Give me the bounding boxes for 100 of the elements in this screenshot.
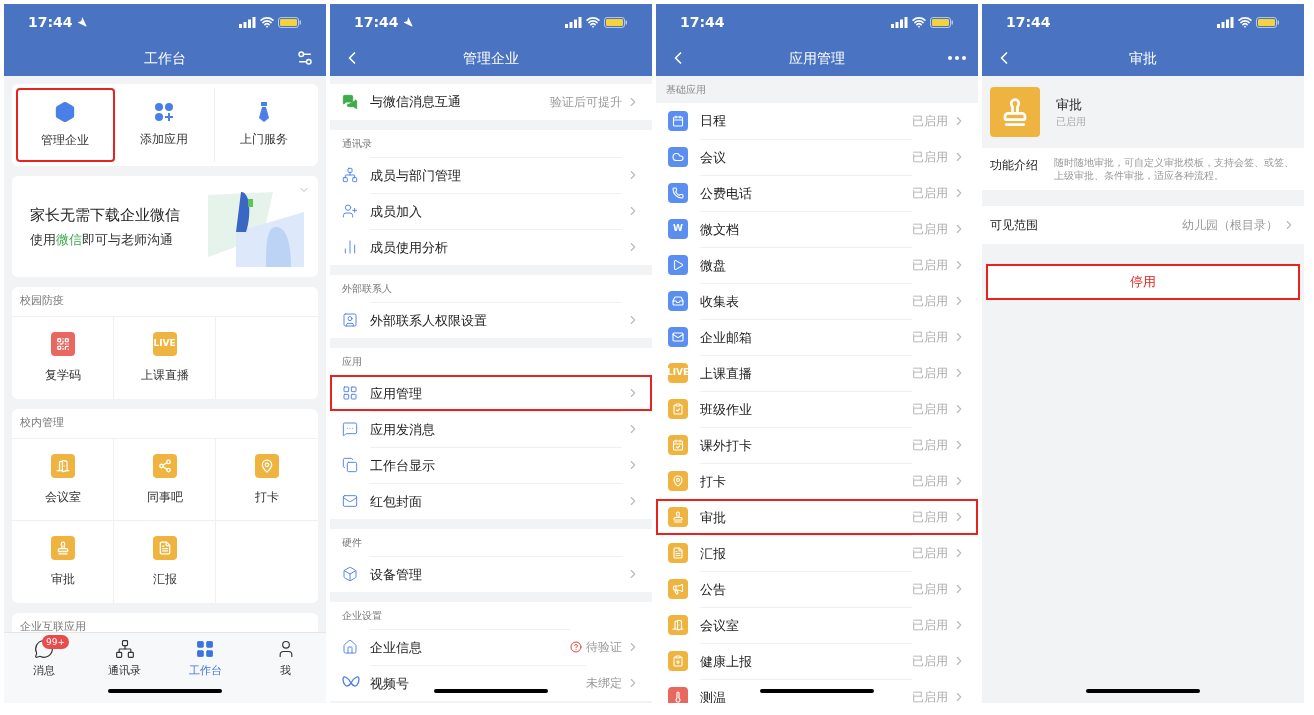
app-row[interactable]: 测温 已启用: [656, 679, 978, 703]
app-row[interactable]: 收集表 已启用: [656, 283, 978, 319]
app-row[interactable]: 企业邮箱 已启用: [656, 319, 978, 355]
intro-label: 功能介绍: [990, 157, 1038, 174]
row-value: 待验证: [586, 639, 622, 656]
banner-card[interactable]: 家长无需下载企业微信 使用微信即可与老师沟通: [12, 176, 318, 277]
app-row[interactable]: 公告 已启用: [656, 571, 978, 607]
app-row[interactable]: W 微文档 已启用: [656, 211, 978, 247]
app-tile[interactable]: 审批: [12, 521, 114, 603]
group-title: 应用: [342, 355, 362, 369]
app-tile[interactable]: 同事吧: [114, 439, 216, 521]
message-dots-icon: [342, 421, 358, 437]
battery-icon: [604, 16, 628, 28]
stamp-icon: [55, 541, 70, 555]
nodes-icon: [157, 458, 172, 473]
group-title: 硬件: [342, 536, 362, 550]
map-pin-icon: [260, 458, 274, 473]
disable-button[interactable]: 停用: [986, 264, 1300, 300]
nav-title: 审批: [1128, 48, 1158, 68]
app-row[interactable]: 微盘 已启用: [656, 247, 978, 283]
banner-text: 即可与老师沟通: [82, 231, 173, 249]
app-tile[interactable]: 汇报: [114, 521, 216, 603]
app-tile[interactable]: 打卡: [216, 439, 318, 521]
copy-icon: [342, 457, 358, 473]
app-status: 已启用: [912, 257, 948, 274]
settings-row[interactable]: 成员与部门管理: [330, 157, 652, 193]
thermometer-icon: [672, 691, 684, 703]
app-status: 已启用: [912, 113, 948, 130]
app-row[interactable]: 健康上报 已启用: [656, 643, 978, 679]
app-row[interactable]: 打卡 已启用: [656, 463, 978, 499]
app-row[interactable]: 课外打卡 已启用: [656, 427, 978, 463]
app-status: 已启用: [912, 401, 948, 418]
app-row[interactable]: 公费电话 已启用: [656, 175, 978, 211]
more-dots-icon: [948, 56, 966, 60]
app-tile[interactable]: LIVE 上课直播: [114, 317, 216, 399]
settings-row[interactable]: 应用发消息: [330, 411, 652, 447]
quick-action[interactable]: 管理企业: [16, 88, 116, 162]
settings-row[interactable]: 工作台显示: [330, 447, 652, 483]
group-title: 外部联系人: [342, 282, 392, 296]
document-icon: [157, 541, 172, 555]
app-status: 已启用: [912, 293, 948, 310]
status-time: 17:44: [680, 12, 725, 32]
visibility-row[interactable]: 可见范围 幼儿园（根目录）: [982, 206, 1304, 244]
app-status: 已启用: [1056, 115, 1086, 130]
org-chart-icon: [114, 639, 135, 659]
app-row[interactable]: 日程 已启用: [656, 103, 978, 139]
app-status: 已启用: [912, 149, 948, 166]
app-tile[interactable]: 复学码: [12, 317, 114, 399]
section-title: 基础应用: [666, 83, 706, 97]
signal-icon: [891, 16, 908, 28]
settings-row[interactable]: 成员加入: [330, 193, 652, 229]
person-plus-icon: [342, 203, 358, 219]
app-row[interactable]: 会议 已启用: [656, 139, 978, 175]
app-status: 已启用: [912, 329, 948, 346]
settings-row[interactable]: 成员使用分析: [330, 229, 652, 265]
org-chart-icon: [342, 167, 358, 183]
app-status: 已启用: [912, 437, 948, 454]
settings-row[interactable]: 企业信息 待验证: [330, 629, 652, 665]
app-name: 审批: [1056, 95, 1083, 114]
quick-action[interactable]: 上门服务: [214, 88, 314, 162]
app-tile[interactable]: 会议室: [12, 439, 114, 521]
nav-title: 工作台: [143, 48, 187, 68]
section-title: 企业互联应用: [20, 619, 86, 636]
settings-row[interactable]: 与微信消息互通 验证后可提升: [330, 84, 652, 120]
settings-row[interactable]: 设备管理: [330, 556, 652, 592]
tab-item[interactable]: 我: [245, 639, 326, 680]
nav-title: 应用管理: [788, 48, 846, 68]
settings-row[interactable]: 应用管理: [330, 375, 652, 411]
app-row[interactable]: 审批 已启用: [656, 499, 978, 535]
status-time: 17:44: [1006, 12, 1051, 32]
app-status: 已启用: [912, 653, 948, 670]
app-row[interactable]: LIVE 上课直播 已启用: [656, 355, 978, 391]
signal-icon: [565, 16, 582, 28]
app-row[interactable]: 班级作业 已启用: [656, 391, 978, 427]
quick-action[interactable]: 添加应用: [115, 88, 215, 162]
app-row[interactable]: 会议室 已启用: [656, 607, 978, 643]
row-value: 未绑定: [586, 675, 622, 692]
tab-item[interactable]: 通讯录: [84, 639, 165, 680]
group-title: 企业设置: [342, 609, 382, 623]
app-status: 已启用: [912, 473, 948, 490]
wifi-icon: [260, 15, 274, 29]
app-row[interactable]: 汇报 已启用: [656, 535, 978, 571]
icon-label: W: [673, 222, 683, 236]
app-status: 已启用: [912, 545, 948, 562]
app-status: 已启用: [912, 689, 948, 703]
row-value: 验证后可提升: [550, 94, 622, 111]
wifi-icon: [1238, 15, 1252, 29]
group-title: 通讯录: [342, 137, 372, 151]
app-status: 已启用: [912, 581, 948, 598]
settings-row[interactable]: 外部联系人权限设置: [330, 302, 652, 338]
signal-icon: [1217, 16, 1234, 28]
intro-text: 随时随地审批，可自定义审批模板，支持会签、或签、上级审批、条件审批，适应各种流程。: [1054, 156, 1295, 182]
house-icon: [342, 639, 358, 655]
sliders-icon: [296, 49, 314, 67]
tab-item[interactable]: 工作台: [165, 639, 246, 680]
chat-bubbles-icon: [342, 94, 358, 110]
status-time: 17:44: [28, 12, 73, 32]
door-icon: [55, 458, 70, 473]
settings-row[interactable]: 红包封面: [330, 483, 652, 519]
banner-link: 微信: [56, 231, 82, 249]
